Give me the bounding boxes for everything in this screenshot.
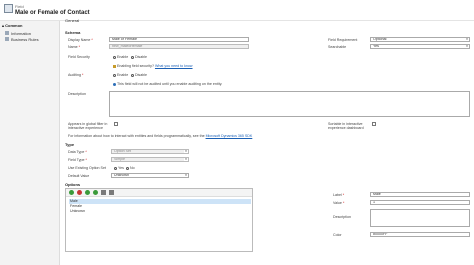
- option-description-textarea[interactable]: [370, 209, 470, 227]
- option-label-label: Label *: [333, 193, 345, 197]
- options-list-panel: Male Female Unknown: [65, 188, 253, 252]
- searchable-label: Searchable: [328, 45, 347, 49]
- sdk-link[interactable]: Microsoft Dynamics 365 SDK: [206, 134, 253, 138]
- radio-selected-icon: [126, 166, 129, 170]
- radio-icon: [114, 166, 117, 170]
- field-type-label: Field Type *: [68, 158, 87, 162]
- info-icon: [113, 82, 116, 86]
- options-section-header: Options: [65, 182, 81, 187]
- use-existing-no[interactable]: No: [126, 166, 135, 170]
- what-you-need-to-know-link[interactable]: What you need to know: [155, 64, 193, 68]
- tab-general[interactable]: General: [65, 18, 79, 23]
- chevron-down-icon: ▾: [465, 37, 469, 41]
- chevron-down-icon: ▾: [465, 44, 469, 48]
- schema-section-header: Schema: [65, 30, 81, 35]
- sort-descending-icon[interactable]: [109, 190, 114, 195]
- field-entity-icon: [4, 4, 13, 13]
- nav-section-common[interactable]: ▴ Common: [2, 23, 22, 28]
- default-value-select[interactable]: Unknown ▾: [111, 173, 189, 178]
- left-navigation: ▴ Common Information Business Rules: [0, 21, 60, 265]
- field-requirement-label: Field Requirement: [328, 38, 358, 42]
- move-up-icon[interactable]: [85, 190, 90, 195]
- radio-icon: [131, 73, 134, 77]
- searchable-select[interactable]: Yes ▾: [370, 44, 470, 49]
- use-existing-label: Use Existing Option Set: [68, 166, 106, 170]
- nav-item-business-rules[interactable]: Business Rules: [5, 36, 39, 42]
- display-name-input[interactable]: Male or Female: [109, 37, 249, 42]
- type-section-header: Type: [65, 142, 75, 147]
- name-label: Name *: [68, 45, 80, 49]
- delete-option-icon[interactable]: [77, 190, 82, 195]
- field-security-hint: Enabling field security? What you need t…: [113, 64, 193, 68]
- auditing-enable[interactable]: Enable: [113, 73, 128, 77]
- display-name-label: Display Name *: [68, 38, 93, 42]
- auditing-disable[interactable]: Disable: [131, 73, 147, 77]
- chevron-down-icon: ▾: [184, 173, 188, 177]
- option-value-input[interactable]: 1: [370, 200, 470, 205]
- global-filter-label: Appears in global filter in interactive …: [68, 122, 108, 130]
- field-type-select: Simple ▾: [111, 157, 189, 162]
- option-label-input[interactable]: Male: [370, 192, 470, 197]
- audit-note: This field will not be audited until you…: [113, 82, 222, 86]
- option-description-label: Description: [333, 215, 351, 219]
- field-requirement-select[interactable]: Optional ▾: [370, 37, 470, 42]
- breadcrumb: Field: [15, 4, 24, 9]
- name-input: new_maleorfemale: [109, 44, 249, 49]
- option-color-input[interactable]: #0000FF: [370, 232, 470, 237]
- nav-item-label: Business Rules: [11, 36, 39, 42]
- lock-icon: [113, 64, 116, 68]
- chevron-down-icon: ▾: [184, 157, 188, 161]
- sortable-label: Sortable in interactive experience dashb…: [328, 122, 364, 130]
- field-security-label: Field Security: [68, 55, 90, 59]
- nav-item-label: Information: [11, 30, 32, 36]
- option-color-label: Color: [333, 233, 342, 237]
- field-security-enable[interactable]: Enable: [113, 55, 128, 59]
- description-textarea[interactable]: [109, 91, 470, 117]
- information-icon: [5, 31, 9, 35]
- auditing-label: Auditing *: [68, 73, 84, 77]
- data-type-label: Data Type *: [68, 150, 87, 154]
- sortable-checkbox[interactable]: [372, 122, 376, 126]
- business-rules-icon: [5, 37, 9, 41]
- data-type-select: Option Set ▾: [111, 149, 189, 154]
- sdk-note: For information about how to interact wi…: [68, 134, 253, 138]
- move-down-icon[interactable]: [93, 190, 98, 195]
- add-option-icon[interactable]: [69, 190, 74, 195]
- option-item-unknown[interactable]: Unknown: [69, 209, 251, 214]
- radio-selected-icon: [113, 73, 116, 77]
- use-existing-yes[interactable]: Yes: [114, 166, 124, 170]
- default-value-label: Default Value: [68, 174, 90, 178]
- option-value-label: Value *: [333, 201, 345, 205]
- chevron-down-icon: ▾: [184, 149, 188, 153]
- options-toolbar: [66, 189, 252, 197]
- radio-icon: [113, 55, 116, 59]
- radio-selected-icon: [131, 55, 134, 59]
- field-security-disable[interactable]: Disable: [131, 55, 147, 59]
- nav-section-label: Common: [5, 23, 23, 28]
- global-filter-checkbox[interactable]: [114, 122, 118, 126]
- main-content: General Schema Display Name * Male or Fe…: [63, 16, 474, 265]
- sort-ascending-icon[interactable]: [101, 190, 106, 195]
- description-label: Description: [68, 92, 86, 96]
